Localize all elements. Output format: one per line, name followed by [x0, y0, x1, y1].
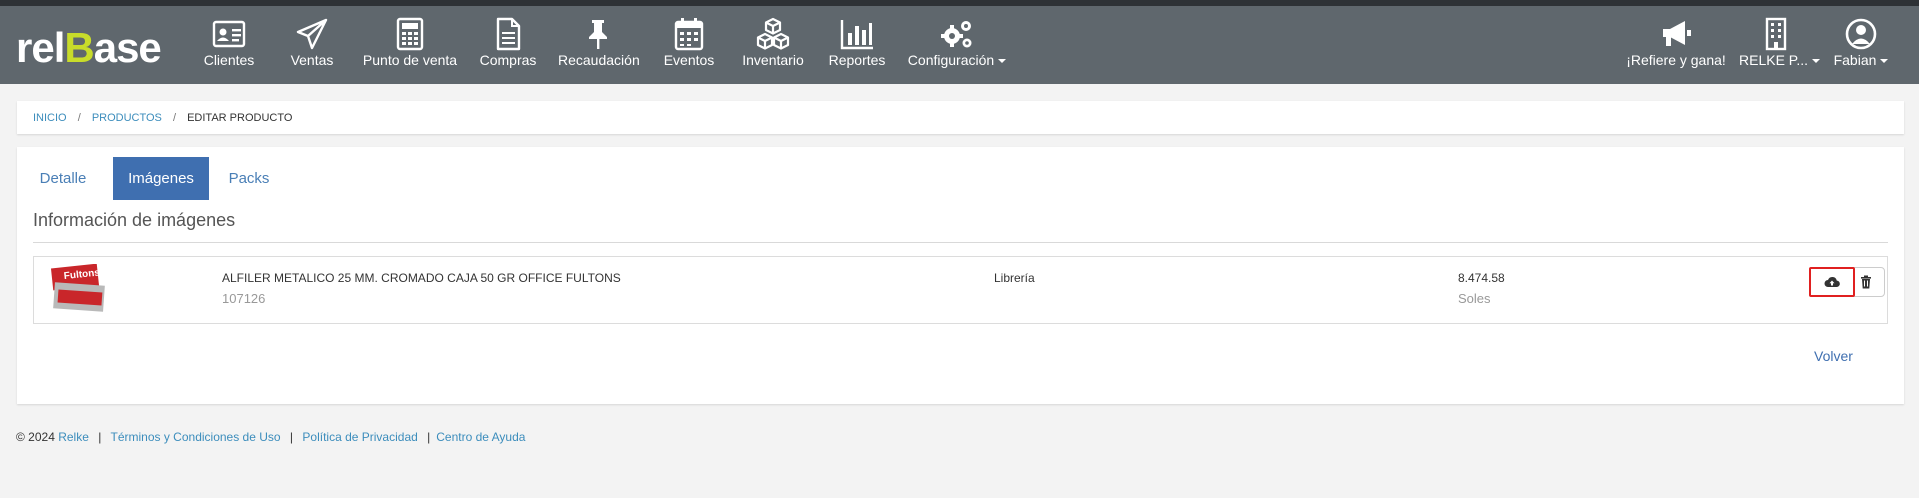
nav-compras[interactable]: Compras [478, 6, 538, 84]
footer-divider: | [98, 430, 102, 444]
relbase-logo[interactable]: relBase [16, 23, 162, 73]
breadcrumb-productos[interactable]: PRODUCTOS [92, 112, 162, 124]
nav-label: Recaudación [558, 52, 640, 68]
pushpin-icon [589, 20, 607, 49]
footer-privacy-link[interactable]: Política de Privacidad [302, 430, 417, 444]
footer-terms-link[interactable]: Términos y Condiciones de Uso [111, 430, 281, 444]
section-title: Información de imágenes [33, 210, 236, 230]
breadcrumb-inicio[interactable]: INICIO [33, 112, 67, 124]
tab-packs[interactable]: Packs [219, 157, 279, 200]
product-category: Librería [994, 271, 1035, 285]
gears-icon [941, 21, 972, 48]
product-thumbnail[interactable]: Fultons [50, 264, 106, 312]
footer-divider: | [289, 430, 294, 444]
product-price: 8.474.58 [1458, 271, 1505, 285]
cubes-icon [756, 17, 790, 50]
building-icon [1765, 17, 1787, 51]
user-icon [1845, 18, 1877, 50]
nav-label: Compras [479, 52, 537, 68]
footer: © 2024 Relke | Términos y Condiciones de… [16, 430, 525, 444]
nav-label: ¡Refiere y gana! [1626, 52, 1726, 68]
footer-company-link[interactable]: Relke [58, 430, 89, 444]
divider [33, 242, 1888, 243]
back-button[interactable]: Volver [1814, 348, 1853, 364]
chevron-down-icon [1880, 59, 1889, 64]
copyright-text: © 2024 [16, 430, 55, 444]
footer-divider: | [427, 430, 431, 444]
megaphone-icon [1663, 21, 1691, 46]
calculator-icon [396, 17, 424, 51]
nav-label: Fabian [1826, 52, 1896, 68]
nav-label: Punto de venta [362, 52, 458, 68]
nav-label: Eventos [663, 52, 715, 68]
bar-chart-icon [840, 20, 873, 50]
nav-label: Clientes [203, 52, 255, 68]
nav-recaudacion[interactable]: Recaudación [558, 6, 640, 84]
calendar-icon [674, 18, 704, 51]
nav-label: Ventas [290, 52, 334, 68]
nav-refiere-y-gana[interactable]: ¡Refiere y gana! [1626, 6, 1726, 84]
nav-company-dropdown[interactable]: RELKE P... [1739, 6, 1821, 84]
breadcrumb-separator: / [77, 112, 81, 124]
footer-help-link[interactable]: Centro de Ayuda [436, 430, 525, 444]
breadcrumb-current: EDITAR PRODUCTO [187, 112, 293, 124]
nav-configuracion-dropdown[interactable]: Configuración [907, 6, 1007, 84]
id-card-icon [212, 20, 246, 48]
nav-label: RELKE P... [1739, 52, 1821, 68]
chevron-down-icon [998, 59, 1007, 64]
breadcrumb: INICIO / PRODUCTOS / EDITAR PRODUCTO [17, 101, 1904, 134]
tab-imagenes[interactable]: Imágenes [113, 157, 209, 200]
product-currency: Soles [1458, 291, 1491, 306]
paper-plane-icon [296, 18, 328, 50]
top-navbar: relBase Clientes Ventas Punto de venta C… [0, 6, 1919, 84]
product-edit-panel: Detalle Imágenes Packs Información de im… [17, 147, 1904, 404]
cloud-upload-icon [1824, 277, 1840, 288]
nav-ventas[interactable]: Ventas [282, 6, 342, 84]
nav-inventario[interactable]: Inventario [738, 6, 808, 84]
document-icon [496, 17, 521, 51]
nav-label: Configuración [907, 52, 1007, 68]
nav-eventos[interactable]: Eventos [659, 6, 719, 84]
trash-icon [1861, 275, 1871, 289]
nav-reportes[interactable]: Reportes [826, 6, 888, 84]
nav-user-dropdown[interactable]: Fabian [1826, 6, 1896, 84]
breadcrumb-separator: / [172, 112, 177, 124]
nav-label: Inventario [742, 52, 804, 68]
nav-punto-de-venta[interactable]: Punto de venta [362, 6, 458, 84]
nav-clientes[interactable]: Clientes [200, 6, 258, 84]
tab-detalle[interactable]: Detalle [33, 157, 93, 200]
product-code: 107126 [222, 291, 266, 306]
nav-label: Reportes [828, 52, 886, 68]
product-name: ALFILER METALICO 25 MM. CROMADO CAJA 50 … [222, 271, 621, 285]
chevron-down-icon [1812, 59, 1821, 64]
product-image-row: Fultons ALFILER METALICO 25 MM. CROMADO … [33, 256, 1888, 324]
upload-image-button[interactable] [1809, 267, 1855, 297]
